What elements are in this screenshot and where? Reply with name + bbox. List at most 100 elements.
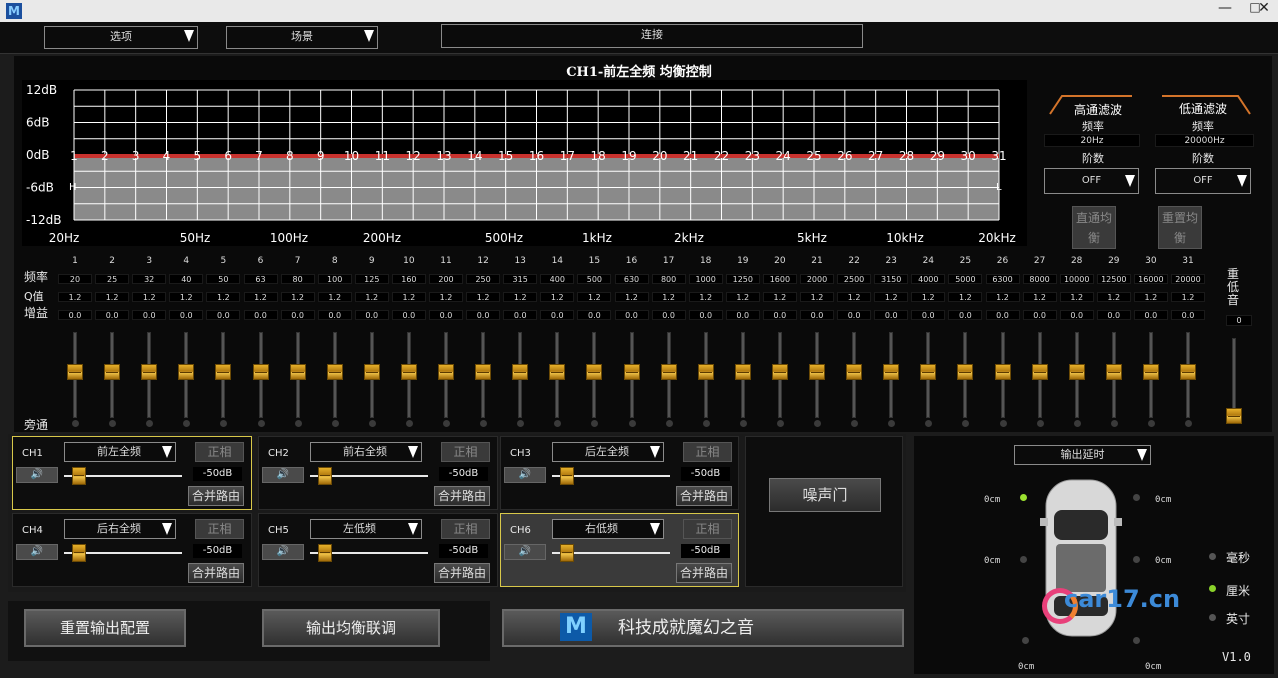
band-q-value[interactable]: 1.2: [1022, 292, 1057, 302]
channel-name-dropdown[interactable]: 前左全频: [64, 442, 176, 462]
band-q-value[interactable]: 1.2: [95, 292, 130, 302]
band-slider-handle[interactable]: [957, 364, 974, 380]
band-bypass-dot[interactable]: [776, 420, 784, 427]
band-slider-handle[interactable]: [326, 364, 343, 380]
band-q-value[interactable]: 1.2: [948, 292, 983, 302]
bypass-eq-button[interactable]: 直通均衡: [1072, 206, 1116, 249]
channel-name-dropdown[interactable]: 左低频: [310, 519, 422, 539]
band-slider-handle[interactable]: [809, 364, 825, 380]
connect-button[interactable]: 连接: [441, 24, 863, 48]
lp-order-dropdown[interactable]: OFF: [1155, 168, 1251, 194]
mute-speaker-icon[interactable]: 🔊: [262, 544, 304, 560]
channel-name-dropdown[interactable]: 右低频: [552, 519, 664, 539]
band-slider-handle[interactable]: [994, 364, 1011, 380]
band-freq-value[interactable]: 200: [429, 274, 463, 284]
band-bypass-dot[interactable]: [665, 420, 673, 427]
speaker-rr-dot[interactable]: [1133, 556, 1140, 563]
band-bypass-dot[interactable]: [1110, 420, 1118, 427]
speaker-fl-active-dot[interactable]: [1020, 494, 1027, 501]
band-q-value[interactable]: 1.2: [800, 292, 834, 302]
mute-speaker-icon[interactable]: 🔊: [262, 467, 304, 483]
hp-freq-value[interactable]: 20Hz: [1044, 134, 1140, 147]
band-gain-value[interactable]: 0.0: [317, 310, 352, 320]
subwoofer-slider-handle[interactable]: [1226, 408, 1242, 424]
band-q-value[interactable]: 1.2: [651, 292, 686, 302]
band-bypass-dot[interactable]: [1073, 420, 1081, 427]
band-q-value[interactable]: 1.2: [466, 292, 501, 302]
band-slider-handle[interactable]: [363, 364, 380, 380]
speaker-fr-dot[interactable]: [1133, 494, 1140, 501]
scene-dropdown[interactable]: 场景: [226, 26, 378, 49]
band-gain-value[interactable]: 0.0: [354, 310, 389, 320]
band-bypass-dot[interactable]: [294, 420, 302, 427]
close-button[interactable]: ✕: [1250, 0, 1278, 22]
mute-speaker-icon[interactable]: 🔊: [504, 544, 546, 560]
band-bypass-dot[interactable]: [814, 420, 821, 427]
delay-sl[interactable]: 0cm: [1018, 662, 1034, 672]
band-freq-value[interactable]: 50: [206, 274, 241, 284]
band-q-value[interactable]: 1.2: [317, 292, 352, 302]
band-q-value[interactable]: 1.2: [1133, 292, 1168, 302]
band-gain-value[interactable]: 0.0: [762, 310, 797, 320]
band-freq-value[interactable]: 1600: [762, 274, 797, 284]
band-gain-value[interactable]: 0.0: [1059, 310, 1094, 320]
band-freq-value[interactable]: 2500: [837, 274, 872, 284]
band-slider-handle[interactable]: [549, 364, 566, 380]
band-gain-value[interactable]: 0.0: [280, 310, 315, 320]
band-gain-value[interactable]: 0.0: [985, 310, 1020, 320]
band-q-value[interactable]: 1.2: [132, 292, 167, 302]
merge-route-button[interactable]: 合并路由: [188, 486, 244, 506]
unit-inch-radio[interactable]: [1209, 614, 1216, 621]
volume-slider-handle[interactable]: [72, 544, 86, 562]
band-gain-value[interactable]: 0.0: [948, 310, 983, 320]
band-gain-value[interactable]: 0.0: [95, 310, 130, 320]
reset-output-button[interactable]: 重置输出配置: [24, 609, 186, 647]
band-bypass-dot[interactable]: [1036, 420, 1044, 427]
band-gain-value[interactable]: 0.0: [1171, 310, 1205, 320]
band-q-value[interactable]: 1.2: [725, 292, 760, 302]
band-bypass-dot[interactable]: [331, 420, 339, 427]
band-q-value[interactable]: 1.2: [762, 292, 797, 302]
band-gain-value[interactable]: 0.0: [1133, 310, 1168, 320]
hp-order-dropdown[interactable]: OFF: [1044, 168, 1139, 194]
band-slider-handle[interactable]: [734, 364, 751, 380]
band-gain-value[interactable]: 0.0: [540, 310, 575, 320]
subwoofer-value[interactable]: 0: [1226, 315, 1252, 326]
band-slider-handle[interactable]: [400, 364, 417, 380]
phase-button[interactable]: 正相: [683, 442, 732, 462]
band-gain-value[interactable]: 0.0: [206, 310, 241, 320]
band-bypass-dot[interactable]: [628, 420, 636, 427]
band-q-value[interactable]: 1.2: [354, 292, 389, 302]
band-gain-value[interactable]: 0.0: [577, 310, 612, 320]
band-gain-value[interactable]: 0.0: [874, 310, 909, 320]
phase-button[interactable]: 正相: [195, 519, 244, 539]
channel-name-dropdown[interactable]: 前右全频: [310, 442, 422, 462]
delay-sr[interactable]: 0cm: [1145, 662, 1161, 672]
phase-button[interactable]: 正相: [195, 442, 244, 462]
band-freq-value[interactable]: 20000: [1171, 274, 1205, 284]
band-q-value[interactable]: 1.2: [1171, 292, 1205, 302]
band-bypass-dot[interactable]: [1147, 420, 1155, 427]
band-freq-value[interactable]: 1000: [688, 274, 723, 284]
band-slider-handle[interactable]: [1031, 364, 1048, 380]
band-freq-value[interactable]: 500: [577, 274, 612, 284]
minimize-button[interactable]: —: [1210, 0, 1240, 22]
band-slider-handle[interactable]: [475, 364, 492, 380]
band-q-value[interactable]: 1.2: [169, 292, 204, 302]
band-freq-value[interactable]: 5000: [948, 274, 983, 284]
phase-button[interactable]: 正相: [683, 519, 732, 539]
band-q-value[interactable]: 1.2: [837, 292, 872, 302]
band-slider-handle[interactable]: [883, 364, 900, 380]
output-delay-dropdown[interactable]: 输出延时: [1014, 445, 1151, 465]
band-freq-value[interactable]: 630: [614, 274, 649, 284]
band-q-value[interactable]: 1.2: [243, 292, 278, 302]
band-q-value[interactable]: 1.2: [58, 292, 92, 302]
band-bypass-dot[interactable]: [405, 420, 413, 427]
band-gain-value[interactable]: 0.0: [1096, 310, 1131, 320]
volume-slider-handle[interactable]: [72, 467, 86, 485]
band-q-value[interactable]: 1.2: [503, 292, 538, 302]
merge-route-button[interactable]: 合并路由: [676, 563, 732, 583]
band-q-value[interactable]: 1.2: [1096, 292, 1131, 302]
band-freq-value[interactable]: 80: [280, 274, 315, 284]
band-gain-value[interactable]: 0.0: [688, 310, 723, 320]
